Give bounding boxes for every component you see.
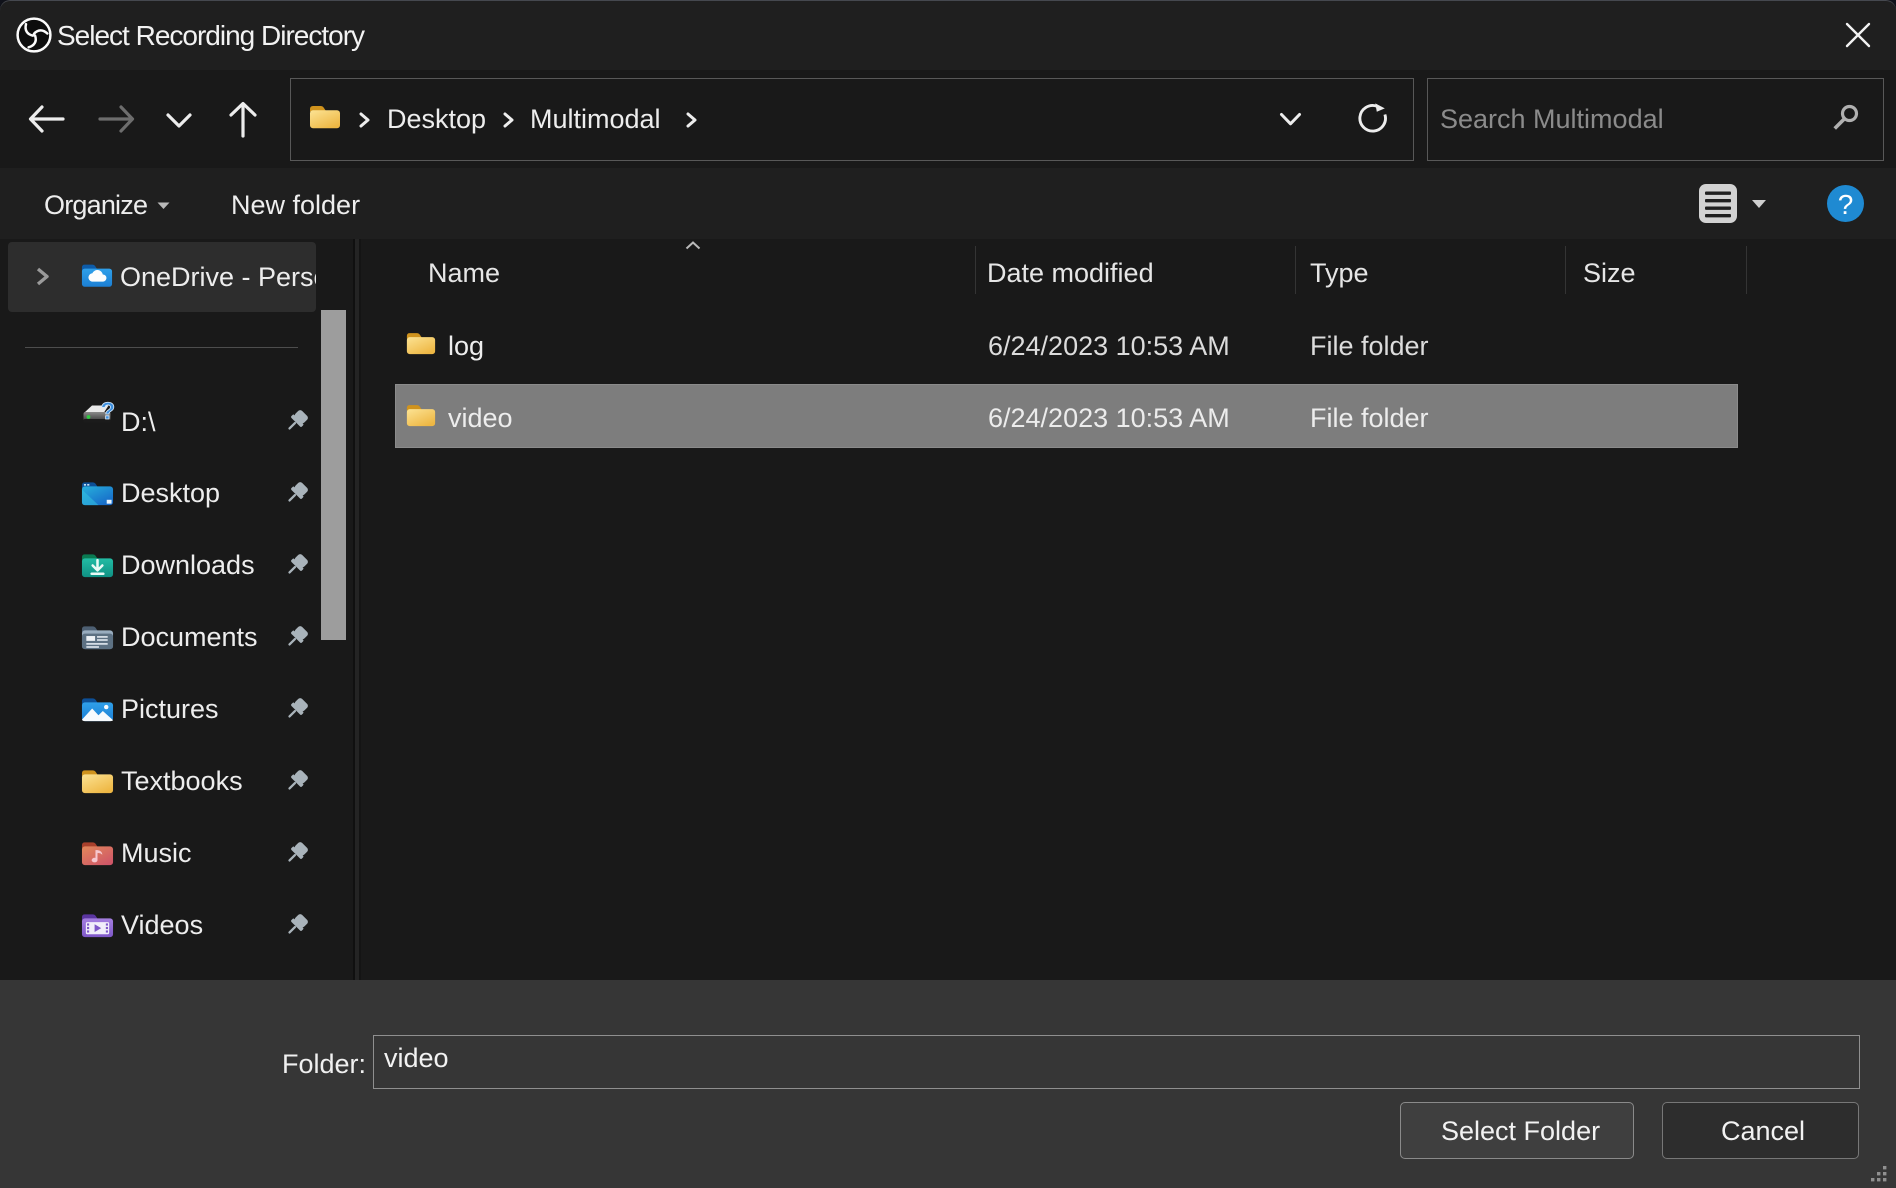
svg-text:?: ? [101,399,116,425]
